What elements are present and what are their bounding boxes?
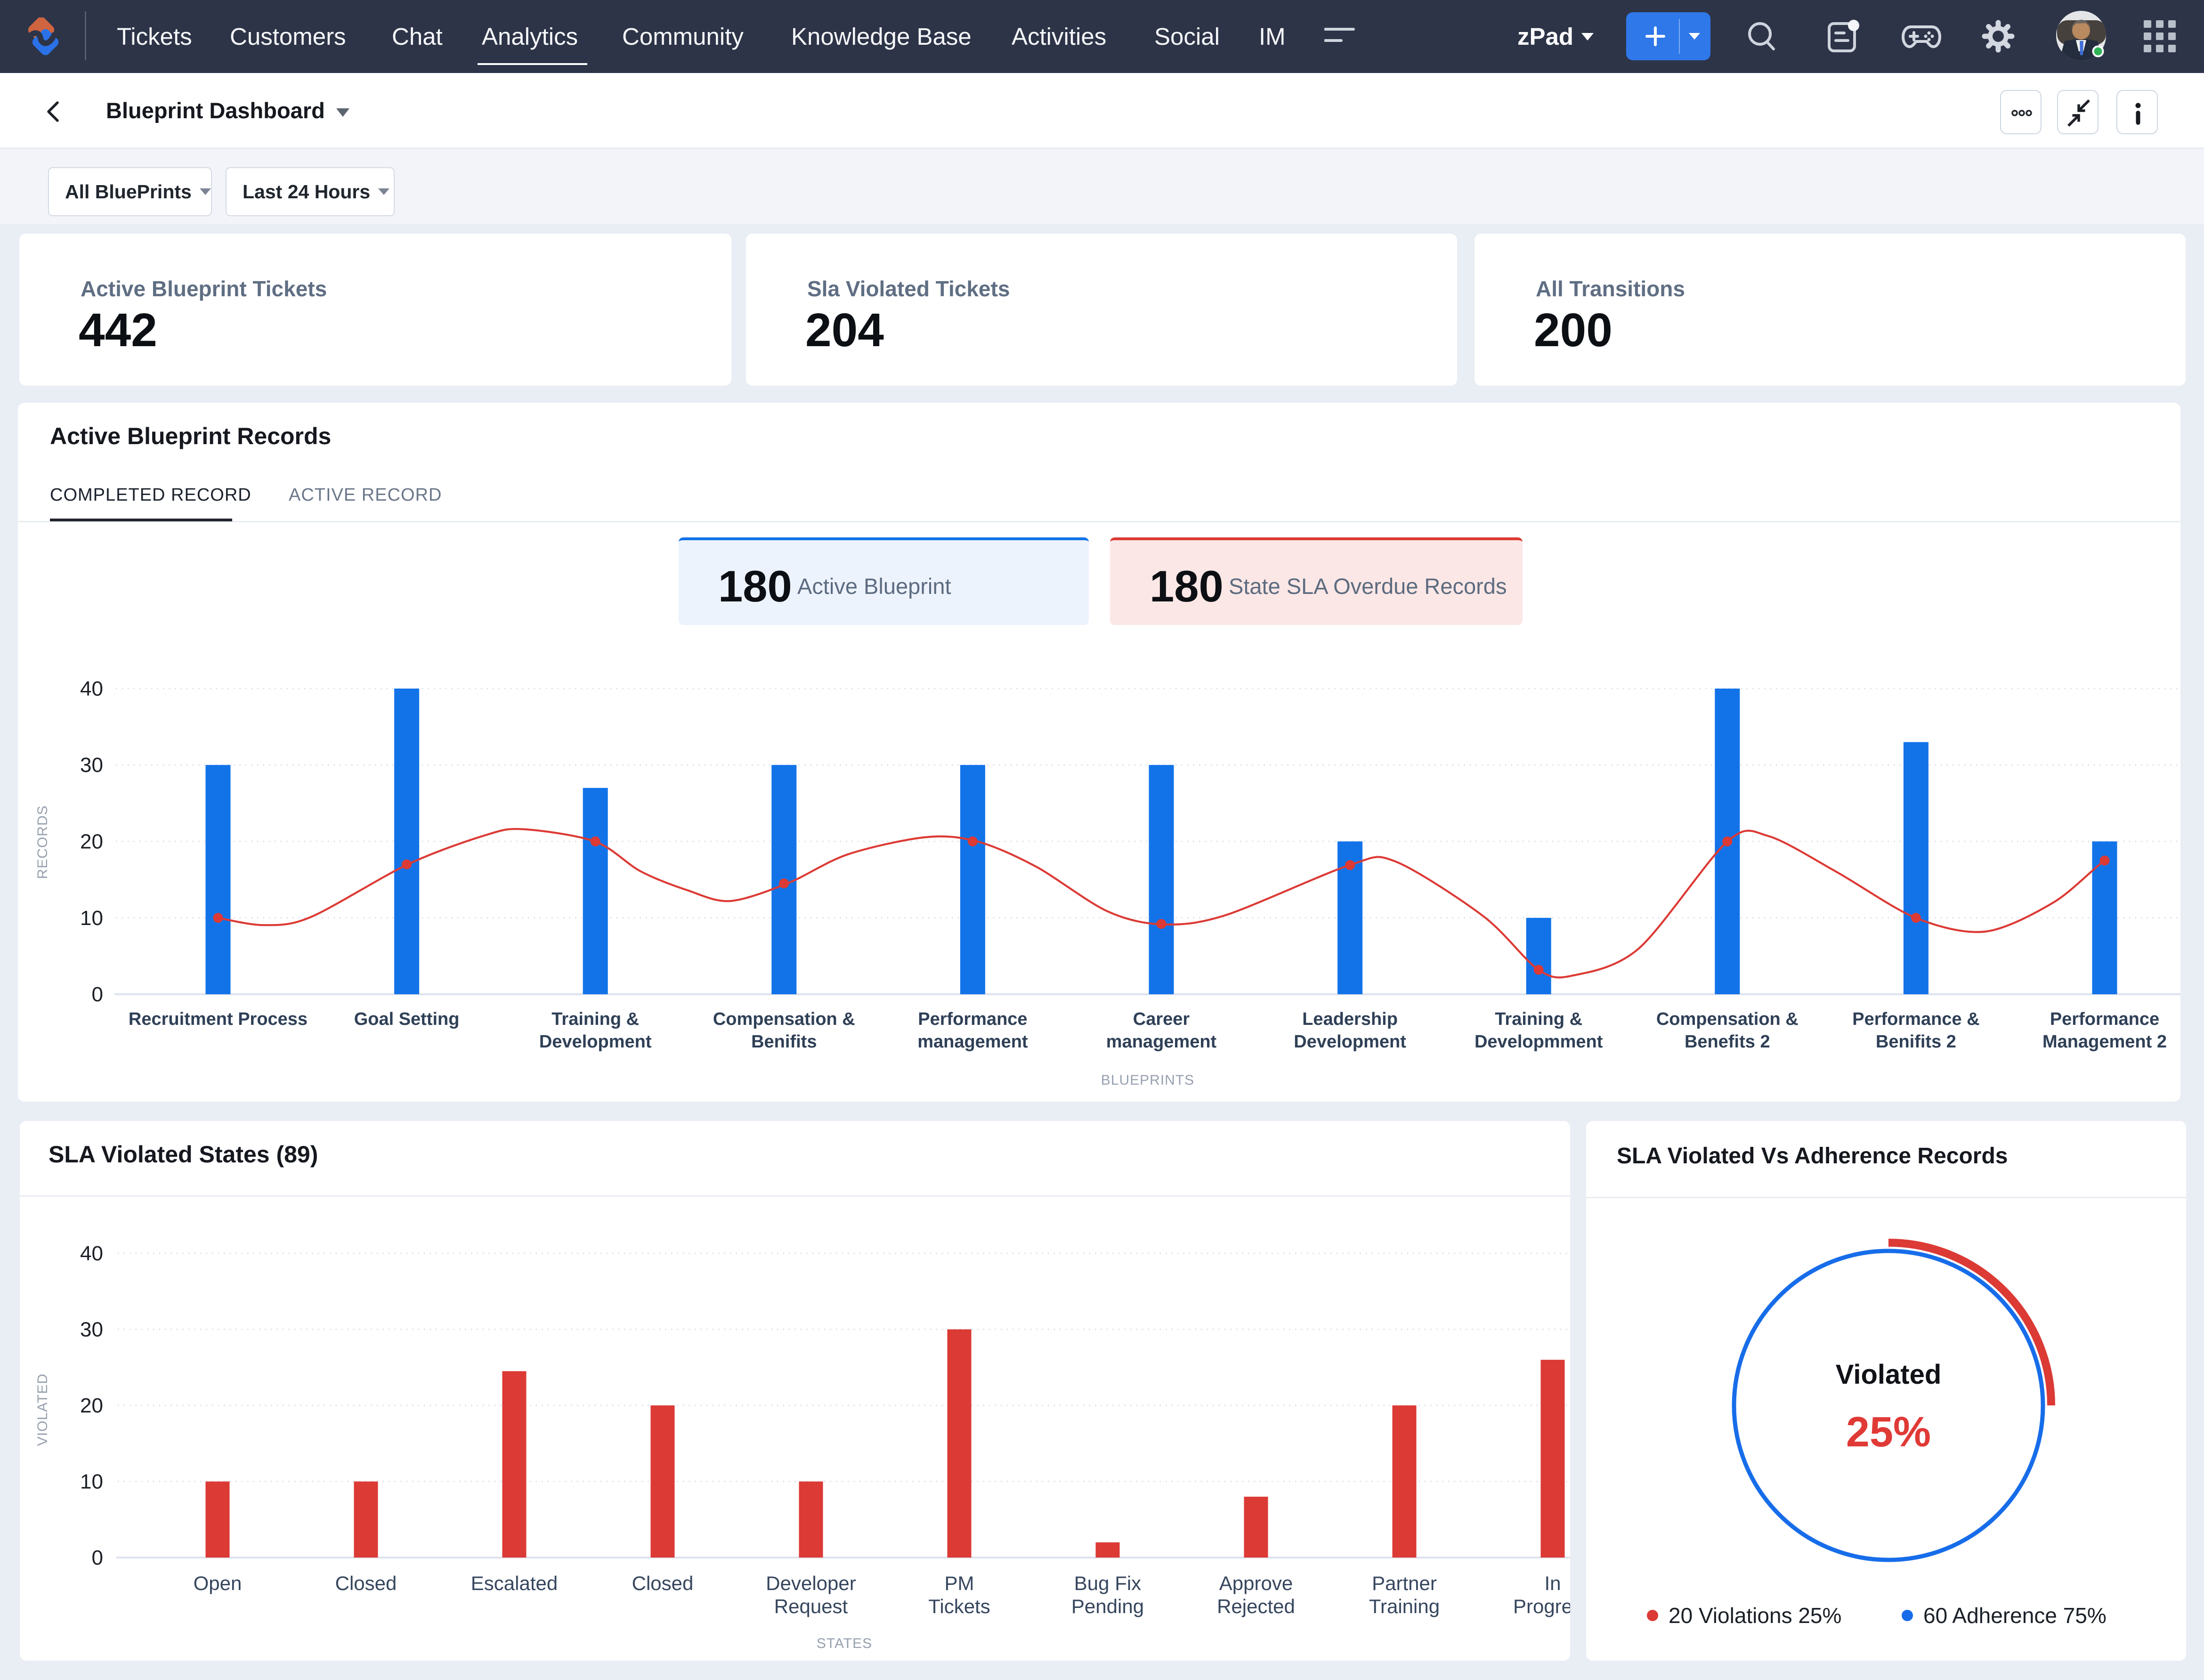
svg-text:management: management xyxy=(1106,1032,1217,1052)
svg-text:Goal Setting: Goal Setting xyxy=(354,1009,460,1029)
svg-text:Bug Fix: Bug Fix xyxy=(1074,1572,1141,1594)
svg-text:Performance: Performance xyxy=(918,1009,1027,1029)
svg-text:20 Violations 25%: 20 Violations 25% xyxy=(1669,1603,1841,1628)
svg-text:Benifits: Benifits xyxy=(751,1032,817,1052)
svg-text:0: 0 xyxy=(92,1546,103,1569)
svg-text:Compensation &: Compensation & xyxy=(1656,1009,1799,1029)
svg-text:Developmment: Developmment xyxy=(1475,1032,1603,1052)
svg-text:PM: PM xyxy=(945,1572,974,1594)
svg-text:Approve: Approve xyxy=(1219,1572,1293,1594)
svg-text:Tickets: Tickets xyxy=(928,1595,990,1617)
svg-text:In: In xyxy=(1544,1572,1561,1594)
svg-text:Performance &: Performance & xyxy=(1852,1009,1979,1029)
svg-text:Escalated: Escalated xyxy=(471,1572,558,1594)
svg-text:BLUEPRINTS: BLUEPRINTS xyxy=(1101,1072,1194,1088)
svg-text:Training &: Training & xyxy=(551,1009,639,1029)
svg-text:management: management xyxy=(917,1032,1028,1052)
svg-text:10: 10 xyxy=(80,907,103,930)
svg-text:40: 40 xyxy=(80,677,103,700)
svg-text:Career: Career xyxy=(1133,1009,1190,1029)
svg-text:Development: Development xyxy=(539,1032,652,1052)
svg-text:Request: Request xyxy=(774,1595,848,1617)
svg-text:Benifits 2: Benifits 2 xyxy=(1876,1032,1956,1052)
svg-text:Recruitment Process: Recruitment Process xyxy=(129,1009,308,1029)
svg-text:Pending: Pending xyxy=(1071,1595,1144,1617)
svg-text:Violated: Violated xyxy=(1836,1359,1942,1390)
svg-text:Closed: Closed xyxy=(335,1572,397,1594)
svg-text:Performance: Performance xyxy=(2050,1009,2159,1029)
svg-text:60 Adherence 75%: 60 Adherence 75% xyxy=(1923,1603,2107,1628)
svg-text:20: 20 xyxy=(80,1394,103,1417)
svg-text:40: 40 xyxy=(80,1242,103,1265)
svg-text:Closed: Closed xyxy=(632,1572,694,1594)
svg-text:STATES: STATES xyxy=(817,1636,872,1651)
svg-text:0: 0 xyxy=(92,983,103,1006)
svg-text:Rejected: Rejected xyxy=(1217,1595,1295,1617)
svg-text:Compensation &: Compensation & xyxy=(713,1009,855,1029)
svg-text:10: 10 xyxy=(80,1470,103,1493)
svg-text:Leadership: Leadership xyxy=(1302,1009,1398,1029)
svg-text:Developer: Developer xyxy=(766,1572,856,1594)
svg-text:30: 30 xyxy=(80,754,103,777)
svg-text:30: 30 xyxy=(80,1318,103,1341)
svg-text:Training: Training xyxy=(1369,1595,1440,1617)
svg-text:RECORDS: RECORDS xyxy=(35,805,50,879)
svg-text:Benefits 2: Benefits 2 xyxy=(1685,1032,1770,1052)
svg-text:Management 2: Management 2 xyxy=(2042,1032,2167,1052)
svg-text:Partner: Partner xyxy=(1372,1572,1437,1594)
svg-text:20: 20 xyxy=(80,830,103,853)
svg-text:Open: Open xyxy=(194,1572,242,1594)
svg-text:Progress: Progress xyxy=(1513,1595,1570,1617)
svg-text:Training &: Training & xyxy=(1495,1009,1582,1029)
svg-text:Development: Development xyxy=(1294,1032,1406,1052)
svg-text:25%: 25% xyxy=(1846,1409,1931,1456)
svg-text:VIOLATED: VIOLATED xyxy=(35,1373,50,1446)
